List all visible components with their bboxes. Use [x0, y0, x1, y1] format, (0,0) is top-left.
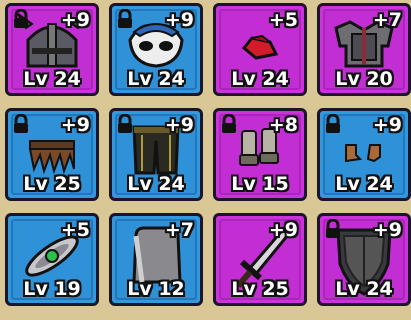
lock-icon — [222, 114, 236, 133]
item-card-steel-sword[interactable]: +9 Lv 25 — [213, 213, 307, 306]
item-card-gem-amulet[interactable]: +5 Lv 19 — [5, 213, 99, 306]
level-label: Lv 20 — [335, 68, 393, 90]
item-card-feather-mask[interactable]: +9 Lv 24 — [109, 3, 203, 96]
lock-icon — [118, 9, 132, 28]
bonus-label: +9 — [268, 219, 298, 241]
bonus-label: +9 — [60, 9, 90, 31]
bonus-label: +9 — [164, 9, 194, 31]
level-label: Lv 19 — [23, 278, 81, 300]
item-card-dark-shield[interactable]: +9 Lv 24 — [317, 213, 411, 306]
item-card-leather-boots[interactable]: +9 Lv 24 — [317, 108, 411, 201]
level-label: Lv 24 — [335, 278, 393, 300]
inventory-grid: +9 Lv 24 +9 Lv 24 +5 Lv 24 +7 Lv 20 +9 L… — [0, 0, 411, 320]
bonus-label: +9 — [164, 114, 194, 136]
bonus-label: +5 — [60, 219, 90, 241]
level-label: Lv 24 — [127, 173, 185, 195]
bonus-label: +9 — [372, 219, 402, 241]
item-card-leather-skirt[interactable]: +9 Lv 25 — [5, 108, 99, 201]
level-label: Lv 25 — [231, 278, 289, 300]
bonus-label: +8 — [268, 114, 298, 136]
item-card-plate-armor[interactable]: +7 Lv 20 — [317, 3, 411, 96]
level-label: Lv 24 — [231, 68, 289, 90]
item-card-stone-tablet[interactable]: +7 Lv 12 — [109, 213, 203, 306]
level-label: Lv 15 — [231, 173, 289, 195]
level-label: Lv 12 — [127, 278, 185, 300]
bonus-label: +5 — [268, 9, 298, 31]
item-card-red-hat[interactable]: +5 Lv 24 — [213, 3, 307, 96]
item-card-horned-helmet[interactable]: +9 Lv 24 — [5, 3, 99, 96]
lock-icon — [14, 114, 28, 133]
level-label: Lv 25 — [23, 173, 81, 195]
bonus-label: +7 — [164, 219, 194, 241]
lock-icon — [326, 114, 340, 133]
level-label: Lv 24 — [127, 68, 185, 90]
level-label: Lv 24 — [23, 68, 81, 90]
lock-icon — [326, 219, 340, 238]
bonus-label: +9 — [60, 114, 90, 136]
item-card-dark-leggings[interactable]: +9 Lv 24 — [109, 108, 203, 201]
bonus-label: +9 — [372, 114, 402, 136]
bonus-label: +7 — [372, 9, 402, 31]
level-label: Lv 24 — [335, 173, 393, 195]
lock-icon — [118, 114, 132, 133]
lock-icon — [14, 9, 28, 28]
item-card-iron-greaves[interactable]: +8 Lv 15 — [213, 108, 307, 201]
